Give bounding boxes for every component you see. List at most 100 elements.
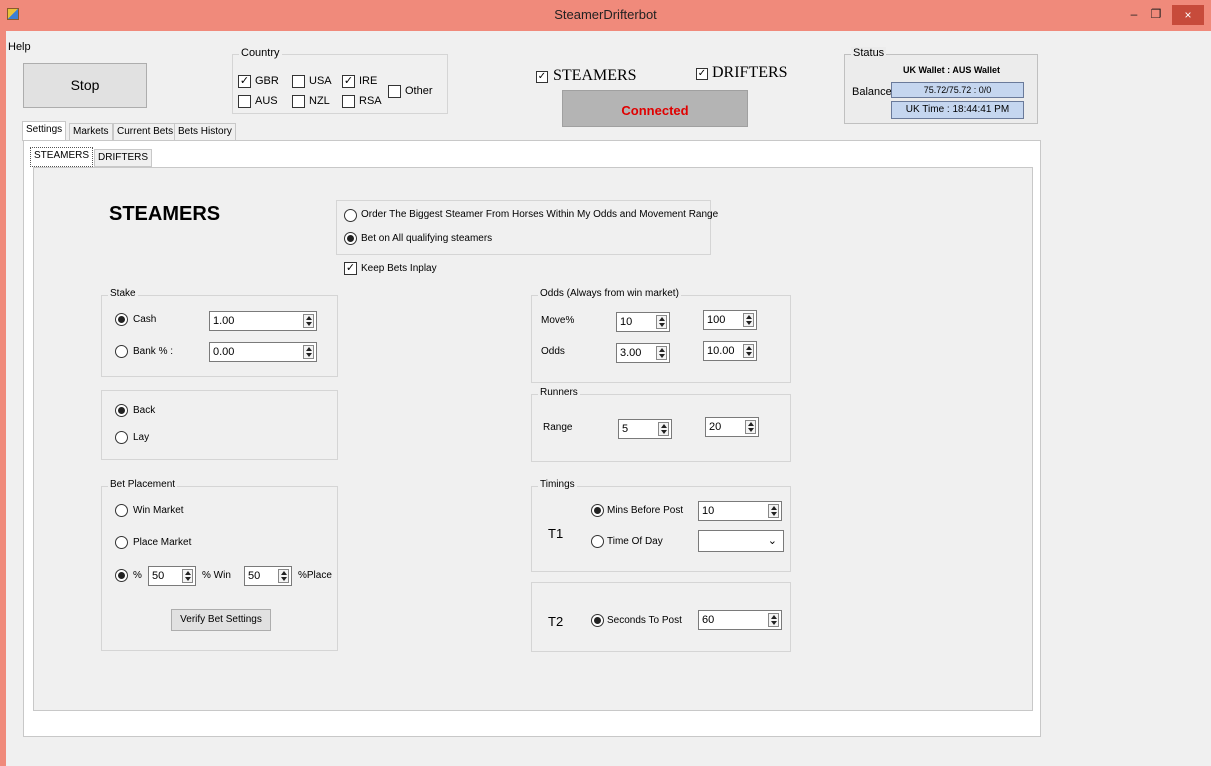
tab-bets-history[interactable]: Bets History — [174, 123, 236, 141]
place-percent-stepper[interactable]: 50 — [244, 566, 292, 586]
stake-group: Stake — [101, 288, 338, 377]
win-market-radio[interactable] — [115, 504, 128, 517]
odds-group: Odds (Always from win market) — [531, 288, 791, 383]
percent-split-radio[interactable] — [115, 569, 128, 582]
seconds-to-post-value: 60 — [702, 614, 715, 626]
percent-split-label: % — [133, 570, 142, 581]
cash-label: Cash — [133, 314, 157, 325]
tab-steamers[interactable]: STEAMERS — [30, 147, 94, 167]
odds-min-value: 3.00 — [620, 347, 642, 359]
rsa-label: RSA — [359, 95, 382, 107]
mins-spin-arrows-icon[interactable] — [768, 504, 779, 518]
balance-label: Balance — [852, 86, 892, 98]
odds-label: Odds — [541, 346, 565, 357]
tab-markets[interactable]: Markets — [69, 123, 113, 141]
order-biggest-label: Order The Biggest Steamer From Horses Wi… — [361, 209, 719, 220]
bank-percent-label: Bank % : — [133, 346, 174, 357]
mins-before-post-stepper[interactable]: 10 — [698, 501, 782, 521]
rsa-checkbox[interactable] — [342, 95, 355, 108]
cash-spin-arrows-icon[interactable] — [303, 314, 314, 328]
move-percent-label: Move% — [541, 315, 575, 326]
lay-radio[interactable] — [115, 431, 128, 444]
place-market-radio[interactable] — [115, 536, 128, 549]
stop-button[interactable]: Stop — [23, 63, 147, 108]
runners-range-label: Range — [543, 422, 573, 433]
move-min-spin-arrows-icon[interactable] — [656, 315, 667, 329]
stake-group-title: Stake — [108, 288, 138, 299]
runners-min-value: 5 — [622, 423, 629, 435]
odds-max-stepper[interactable]: 10.00 — [703, 341, 757, 361]
bank-percent-radio[interactable] — [115, 345, 128, 358]
move-max-value: 100 — [707, 314, 726, 326]
other-checkbox[interactable] — [388, 85, 401, 98]
odds-min-stepper[interactable]: 3.00 — [616, 343, 670, 363]
ire-label: IRE — [359, 75, 378, 87]
cash-stepper[interactable]: 1.00 — [209, 311, 317, 331]
menu-help[interactable]: Help — [8, 41, 31, 53]
seconds-to-post-label: Seconds To Post — [607, 615, 682, 626]
move-max-spin-arrows-icon[interactable] — [743, 313, 754, 327]
bet-all-label: Bet on All qualifying steamers — [361, 233, 493, 244]
keep-inplay-checkbox[interactable]: ✓ — [344, 262, 357, 275]
move-max-stepper[interactable]: 100 — [703, 310, 757, 330]
tab-current-bets[interactable]: Current Bets — [113, 123, 178, 141]
drifters-toggle-label: DRIFTERS — [712, 64, 788, 81]
mins-before-post-value: 10 — [702, 505, 715, 517]
bank-spin-arrows-icon[interactable] — [303, 345, 314, 359]
move-min-value: 10 — [620, 316, 633, 328]
gbr-checkbox[interactable]: ✓ — [238, 75, 251, 88]
tab-settings[interactable]: Settings — [22, 121, 67, 141]
bank-percent-value: 0.00 — [213, 346, 235, 358]
seconds-to-post-stepper[interactable]: 60 — [698, 610, 782, 630]
maximize-button[interactable]: ❐ — [1145, 6, 1167, 22]
drifters-checkbox[interactable]: ✓ — [696, 68, 708, 80]
mins-before-post-radio[interactable] — [591, 504, 604, 517]
timings-group: Timings — [531, 479, 791, 572]
uk-time: UK Time : 18:44:41 PM — [891, 101, 1024, 119]
seconds-to-post-radio[interactable] — [591, 614, 604, 627]
aus-checkbox[interactable] — [238, 95, 251, 108]
odds-max-spin-arrows-icon[interactable] — [743, 344, 754, 358]
timings-group-title: Timings — [538, 479, 577, 490]
t2-label: T2 — [548, 614, 564, 629]
runners-min-spin-arrows-icon[interactable] — [658, 422, 669, 436]
cash-radio[interactable] — [115, 313, 128, 326]
win-percent-stepper[interactable]: 50 — [148, 566, 196, 586]
runners-max-spin-arrows-icon[interactable] — [745, 420, 756, 434]
runners-group-title: Runners — [538, 387, 580, 398]
place-percent-spin-arrows-icon[interactable] — [278, 569, 289, 583]
win-market-label: Win Market — [133, 505, 184, 516]
ire-checkbox[interactable]: ✓ — [342, 75, 355, 88]
odds-group-title: Odds (Always from win market) — [538, 288, 681, 299]
place-market-label: Place Market — [133, 537, 192, 548]
aus-label: AUS — [255, 95, 278, 107]
odds-min-spin-arrows-icon[interactable] — [656, 346, 667, 360]
tab-drifters[interactable]: DRIFTERS — [94, 149, 152, 167]
bank-percent-stepper[interactable]: 0.00 — [209, 342, 317, 362]
runners-max-stepper[interactable]: 20 — [705, 417, 759, 437]
verify-bet-settings-button[interactable]: Verify Bet Settings — [171, 609, 271, 631]
app-window: Help Stop Country ✓ GBR USA ✓ IRE AUS NZ… — [0, 31, 1211, 766]
mins-before-post-label: Mins Before Post — [607, 505, 684, 516]
time-of-day-select[interactable]: ⌄ — [698, 530, 784, 552]
keep-inplay-label: Keep Bets Inplay — [361, 263, 437, 274]
order-biggest-radio[interactable] — [344, 209, 357, 222]
close-button[interactable]: × — [1172, 5, 1204, 25]
bet-all-radio[interactable] — [344, 232, 357, 245]
time-of-day-label: Time Of Day — [607, 536, 663, 547]
title-bar: SteamerDrifterbot – ❐ × — [0, 0, 1211, 31]
move-min-stepper[interactable]: 10 — [616, 312, 670, 332]
steamers-checkbox[interactable]: ✓ — [536, 71, 548, 83]
minimize-button[interactable]: – — [1123, 6, 1145, 22]
back-radio[interactable] — [115, 404, 128, 417]
usa-checkbox[interactable] — [292, 75, 305, 88]
place-percent-label: %Place — [298, 570, 332, 581]
runners-max-value: 20 — [709, 421, 722, 433]
seconds-spin-arrows-icon[interactable] — [768, 613, 779, 627]
back-label: Back — [133, 405, 156, 416]
time-of-day-radio[interactable] — [591, 535, 604, 548]
win-percent-value: 50 — [152, 570, 165, 582]
nzl-checkbox[interactable] — [292, 95, 305, 108]
runners-min-stepper[interactable]: 5 — [618, 419, 672, 439]
win-percent-spin-arrows-icon[interactable] — [182, 569, 193, 583]
